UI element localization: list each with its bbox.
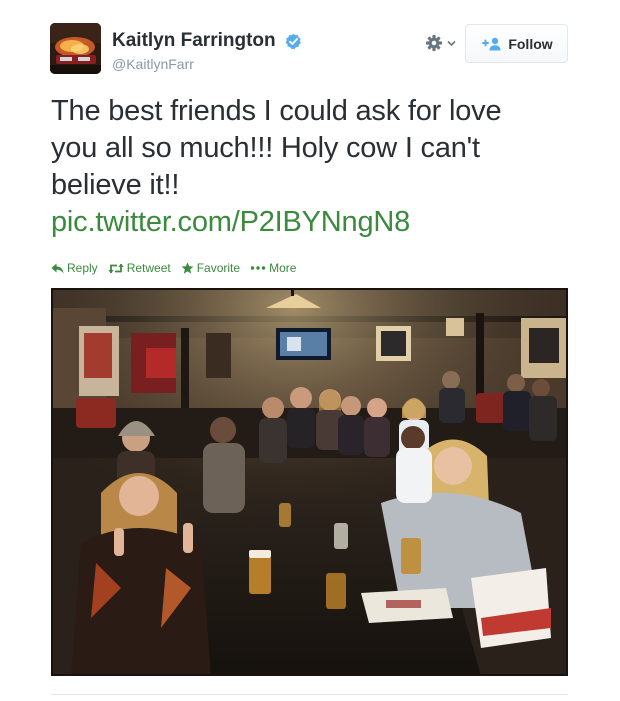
gear-icon bbox=[426, 35, 456, 51]
tweet-text-line: you all so much!!! Holy cow I can't bbox=[51, 132, 480, 164]
tweet-text-line: believe it!! bbox=[51, 169, 180, 201]
retweet-action[interactable]: Retweet bbox=[107, 261, 171, 275]
follow-button-label: Follow bbox=[508, 35, 553, 52]
reply-action[interactable]: Reply bbox=[51, 261, 98, 275]
retweet-icon bbox=[107, 263, 124, 273]
tweet-text: The best friends I could ask for love yo… bbox=[51, 93, 591, 204]
tweet-card: Kaitlyn Farrington @KaitlynFarr Follow T… bbox=[0, 0, 620, 701]
more-action[interactable]: More bbox=[250, 261, 296, 275]
reply-arrow-icon bbox=[51, 263, 64, 273]
chevron-down-icon bbox=[447, 40, 456, 47]
tweet-actions: Reply Retweet Favorite More bbox=[51, 259, 306, 277]
avatar[interactable] bbox=[50, 23, 101, 74]
favorite-label: Favorite bbox=[196, 261, 241, 275]
avatar-image bbox=[50, 23, 101, 74]
more-label: More bbox=[269, 261, 297, 275]
favorite-action[interactable]: Favorite bbox=[181, 261, 240, 275]
add-person-icon bbox=[482, 37, 501, 50]
verified-badge-icon bbox=[285, 33, 301, 49]
ellipsis-icon bbox=[250, 266, 266, 270]
tweet-photo[interactable] bbox=[51, 288, 568, 676]
reply-label: Reply bbox=[67, 261, 98, 275]
user-display-name[interactable]: Kaitlyn Farrington bbox=[112, 30, 276, 52]
follow-button[interactable]: Follow bbox=[465, 24, 568, 63]
user-actions-dropdown[interactable] bbox=[424, 33, 460, 55]
star-icon bbox=[181, 262, 194, 274]
tweet-media-link[interactable]: pic.twitter.com/P2IBYNngN8 bbox=[51, 204, 410, 241]
divider bbox=[51, 694, 568, 695]
retweet-label: Retweet bbox=[126, 261, 171, 275]
group-photo-image bbox=[51, 288, 568, 676]
user-handle[interactable]: @KaitlynFarr bbox=[112, 56, 194, 72]
tweet-text-line: The best friends I could ask for love bbox=[51, 95, 502, 127]
